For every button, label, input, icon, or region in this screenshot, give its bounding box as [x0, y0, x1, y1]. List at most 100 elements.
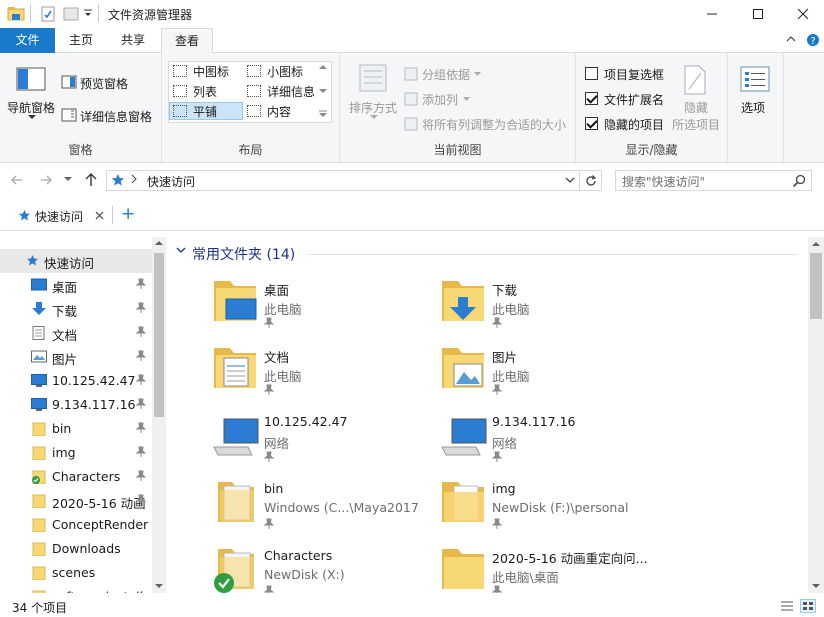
- hidden-items-checkbox[interactable]: [585, 117, 598, 130]
- collapse-ribbon-icon[interactable]: [786, 35, 796, 43]
- size-all-columns-button[interactable]: 将所有列调整为合适的大小: [422, 116, 566, 133]
- pin-icon[interactable]: [136, 350, 146, 362]
- pin-icon[interactable]: [136, 494, 146, 506]
- group-by-button[interactable]: 分组依据: [422, 66, 470, 83]
- add-columns-button[interactable]: 添加列: [422, 91, 458, 108]
- list-item[interactable]: 下载 此电脑: [400, 277, 620, 339]
- list-item[interactable]: 9.134.117.16 网络: [400, 411, 620, 473]
- address-bar[interactable]: 快速访问: [106, 170, 580, 191]
- preview-pane-button[interactable]: 预览窗格: [80, 75, 128, 92]
- sidebar-item-documents[interactable]: 文档: [0, 321, 152, 345]
- show-hide-group: 项目复选框 文件扩展名 隐藏的项目 隐藏 所选项目 显示/隐藏: [576, 53, 728, 162]
- pin-icon[interactable]: [136, 398, 146, 410]
- layout-tiles[interactable]: 平铺: [169, 102, 243, 120]
- sidebar-item-img[interactable]: img: [0, 441, 152, 465]
- sidebar-item-bin[interactable]: bin: [0, 417, 152, 441]
- tab-file[interactable]: 文件: [0, 28, 55, 53]
- sidebar-item-characters[interactable]: Characters: [0, 465, 152, 489]
- sidebar-item-pictures[interactable]: 图片: [0, 345, 152, 369]
- pin-icon[interactable]: [136, 326, 146, 338]
- pin-icon[interactable]: [136, 422, 146, 434]
- item-location: 此电脑: [264, 369, 302, 384]
- sidebar-item-animation[interactable]: 2020-5-16 动画: [0, 489, 152, 513]
- file-extensions-checkbox[interactable]: [585, 92, 598, 105]
- gallery-scroll-up-icon[interactable]: [318, 63, 328, 71]
- close-tab-icon[interactable]: [95, 211, 104, 220]
- details-pane-button[interactable]: 详细信息窗格: [80, 108, 152, 125]
- back-button[interactable]: [10, 173, 24, 187]
- sidebar-item-conceptrender[interactable]: ConceptRender: [0, 513, 152, 537]
- list-item[interactable]: 桌面 此电脑: [172, 277, 392, 339]
- sidebar-item-downloads-folder[interactable]: Downloads: [0, 537, 152, 561]
- list-item[interactable]: bin Windows (C...\Maya2017: [172, 478, 419, 540]
- large-icons-view-icon[interactable]: [800, 599, 816, 613]
- sidebar-item-quick-access[interactable]: 快速访问: [0, 249, 152, 273]
- address-dropdown-icon[interactable]: [565, 177, 575, 184]
- search-input[interactable]: 搜索"快速访问": [622, 173, 705, 190]
- maximize-button[interactable]: [735, 0, 781, 28]
- breadcrumb-quick-access[interactable]: 快速访问: [147, 173, 195, 190]
- list-item[interactable]: img NewDisk (F:)\personal: [400, 478, 628, 540]
- gallery-more-icon[interactable]: [318, 109, 328, 119]
- help-icon[interactable]: ?: [806, 33, 820, 47]
- hide-selected-button[interactable]: 隐藏: [684, 99, 708, 116]
- list-item[interactable]: Characters NewDisk (X:): [172, 545, 392, 593]
- folder-app-icon[interactable]: [7, 6, 25, 22]
- content-scroll-thumb[interactable]: [810, 253, 822, 319]
- chevron-right-icon[interactable]: [131, 174, 137, 184]
- tab-share[interactable]: 共享: [108, 28, 158, 53]
- list-item[interactable]: 2020-5-16 动画重定向问... 此电脑\桌面: [400, 545, 648, 593]
- tab-view[interactable]: 查看: [161, 28, 213, 54]
- sidebar-item-desktop[interactable]: 桌面: [0, 273, 152, 297]
- up-button[interactable]: [84, 172, 98, 187]
- pin-icon[interactable]: [136, 374, 146, 386]
- list-item[interactable]: 10.125.42.47 网络: [172, 411, 392, 473]
- search-icon[interactable]: [792, 174, 806, 188]
- sidebar-scrollbar[interactable]: [152, 237, 166, 593]
- navigation-pane-button[interactable]: 导航窗格: [7, 99, 55, 116]
- close-button[interactable]: [780, 0, 824, 28]
- pin-icon[interactable]: [136, 302, 146, 314]
- pin-icon[interactable]: [136, 278, 146, 290]
- layout-details[interactable]: 详细信息: [244, 82, 316, 100]
- group-header[interactable]: 常用文件夹 (14): [192, 244, 295, 264]
- explorer-tab-quick-access[interactable]: 快速访问: [8, 202, 112, 228]
- recent-locations-button[interactable]: [64, 177, 72, 182]
- options-button[interactable]: 选项: [741, 99, 765, 116]
- item-checkboxes-label: 项目复选框: [604, 68, 665, 82]
- gallery-scroll-down-icon[interactable]: [318, 87, 328, 95]
- chevron-down-icon[interactable]: [176, 247, 186, 255]
- scroll-down-icon[interactable]: [812, 583, 820, 589]
- layout-small-icons[interactable]: 小图标: [244, 62, 316, 80]
- forward-button[interactable]: [39, 173, 53, 187]
- layout-list[interactable]: 列表: [170, 82, 246, 100]
- search-box[interactable]: 搜索"快速访问": [615, 170, 812, 191]
- sidebar-item-network-2[interactable]: 9.134.117.16: [0, 393, 152, 417]
- sort-by-button[interactable]: 排序方式: [349, 99, 397, 116]
- folder-files-icon: [440, 478, 488, 526]
- list-item[interactable]: 文档 此电脑: [172, 344, 392, 406]
- sidebar-item-downloads[interactable]: 下载: [0, 297, 152, 321]
- layout-content[interactable]: 内容: [244, 102, 316, 120]
- tab-home[interactable]: 主页: [56, 28, 106, 53]
- content-scrollbar[interactable]: [808, 237, 824, 593]
- item-checkboxes-checkbox[interactable]: [585, 67, 598, 80]
- pin-icon[interactable]: [136, 446, 146, 458]
- refresh-button[interactable]: [580, 170, 602, 191]
- new-tab-button[interactable]: +: [121, 204, 135, 224]
- qat-dropdown-icon[interactable]: [83, 8, 93, 18]
- sidebar-item-softwareinstall[interactable]: softwareinstall: [0, 585, 152, 593]
- scroll-down-icon[interactable]: [155, 583, 163, 589]
- list-item[interactable]: 图片 此电脑: [400, 344, 620, 406]
- scroll-up-icon[interactable]: [155, 240, 163, 246]
- scroll-up-icon[interactable]: [812, 241, 820, 247]
- layout-medium-icons[interactable]: 中图标: [170, 62, 246, 80]
- new-folder-icon[interactable]: [63, 6, 79, 22]
- details-view-icon[interactable]: [780, 600, 794, 612]
- minimize-button[interactable]: [689, 0, 735, 28]
- properties-icon[interactable]: [40, 6, 56, 22]
- sidebar-item-scenes[interactable]: scenes: [0, 561, 152, 585]
- sidebar-item-network-1[interactable]: 10.125.42.47: [0, 369, 152, 393]
- sidebar-scroll-thumb[interactable]: [154, 253, 164, 417]
- pin-icon[interactable]: [136, 470, 146, 482]
